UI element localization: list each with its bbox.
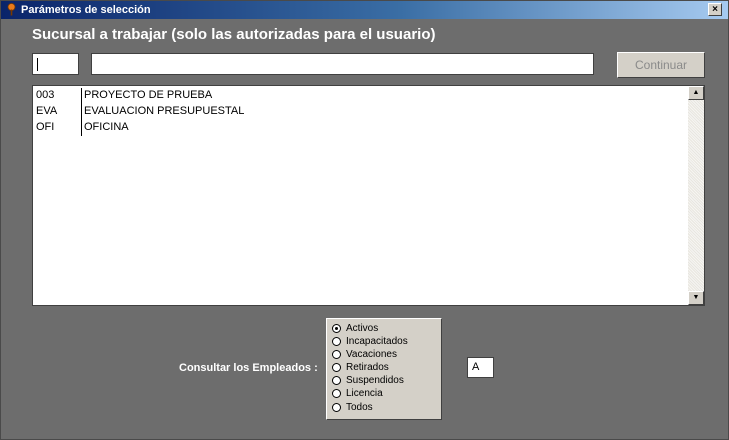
consult-employees-label: Consultar los Empleados : <box>179 362 318 374</box>
title-bar: Parámetros de selección × <box>1 1 728 19</box>
selection-dialog: Parámetros de selección × Sucursal a tra… <box>0 0 729 440</box>
column-divider <box>81 104 82 120</box>
list-item-code: EVA <box>36 105 58 117</box>
scroll-up-icon[interactable]: ▲ <box>688 86 704 100</box>
radio-unchecked-icon <box>332 376 341 385</box>
close-button[interactable]: × <box>708 3 722 16</box>
radio-unchecked-icon <box>332 363 341 372</box>
column-divider <box>81 120 82 136</box>
list-item-name: EVALUACION PRESUPUESTAL <box>84 105 245 117</box>
branch-code-input[interactable] <box>32 53 79 75</box>
branch-list[interactable]: 003 PROYECTO DE PRUEBA EVA EVALUACION PR… <box>32 85 705 306</box>
list-item[interactable]: OFI OFICINA <box>33 120 688 136</box>
radio-label: Incapacitados <box>346 336 408 347</box>
radio-label: Retirados <box>346 362 389 373</box>
list-item[interactable]: EVA EVALUACION PRESUPUESTAL <box>33 104 688 120</box>
radio-unchecked-icon <box>332 389 341 398</box>
radio-label: Licencia <box>346 388 383 399</box>
list-item-code: OFI <box>36 121 55 133</box>
radio-unchecked-icon <box>332 350 341 359</box>
radio-label: Todos <box>346 402 373 413</box>
status-code-field[interactable]: A <box>467 357 494 378</box>
vertical-scrollbar[interactable]: ▲ ▼ <box>688 86 704 305</box>
scroll-down-icon[interactable]: ▼ <box>688 291 704 305</box>
list-item-name: OFICINA <box>84 121 129 133</box>
window-title: Parámetros de selección <box>21 4 151 16</box>
radio-unchecked-icon <box>332 337 341 346</box>
list-item[interactable]: 003 PROYECTO DE PRUEBA <box>33 88 688 104</box>
radio-unchecked-icon <box>332 403 341 412</box>
radio-label: Activos <box>346 323 379 334</box>
radio-label: Suspendidos <box>346 375 404 386</box>
list-item-code: 003 <box>36 89 55 101</box>
app-icon <box>7 3 16 16</box>
list-item-name: PROYECTO DE PRUEBA <box>84 89 213 101</box>
text-caret <box>37 58 38 71</box>
radio-checked-icon <box>332 324 341 333</box>
continue-button[interactable]: Continuar <box>617 52 705 78</box>
employee-status-radio-group: Activos Incapacitados Vacaciones Retirad… <box>326 318 442 420</box>
column-divider <box>81 88 82 104</box>
page-heading: Sucursal a trabajar (solo las autorizada… <box>32 26 436 43</box>
radio-label: Vacaciones <box>346 349 397 360</box>
branch-name-input[interactable] <box>91 53 594 75</box>
